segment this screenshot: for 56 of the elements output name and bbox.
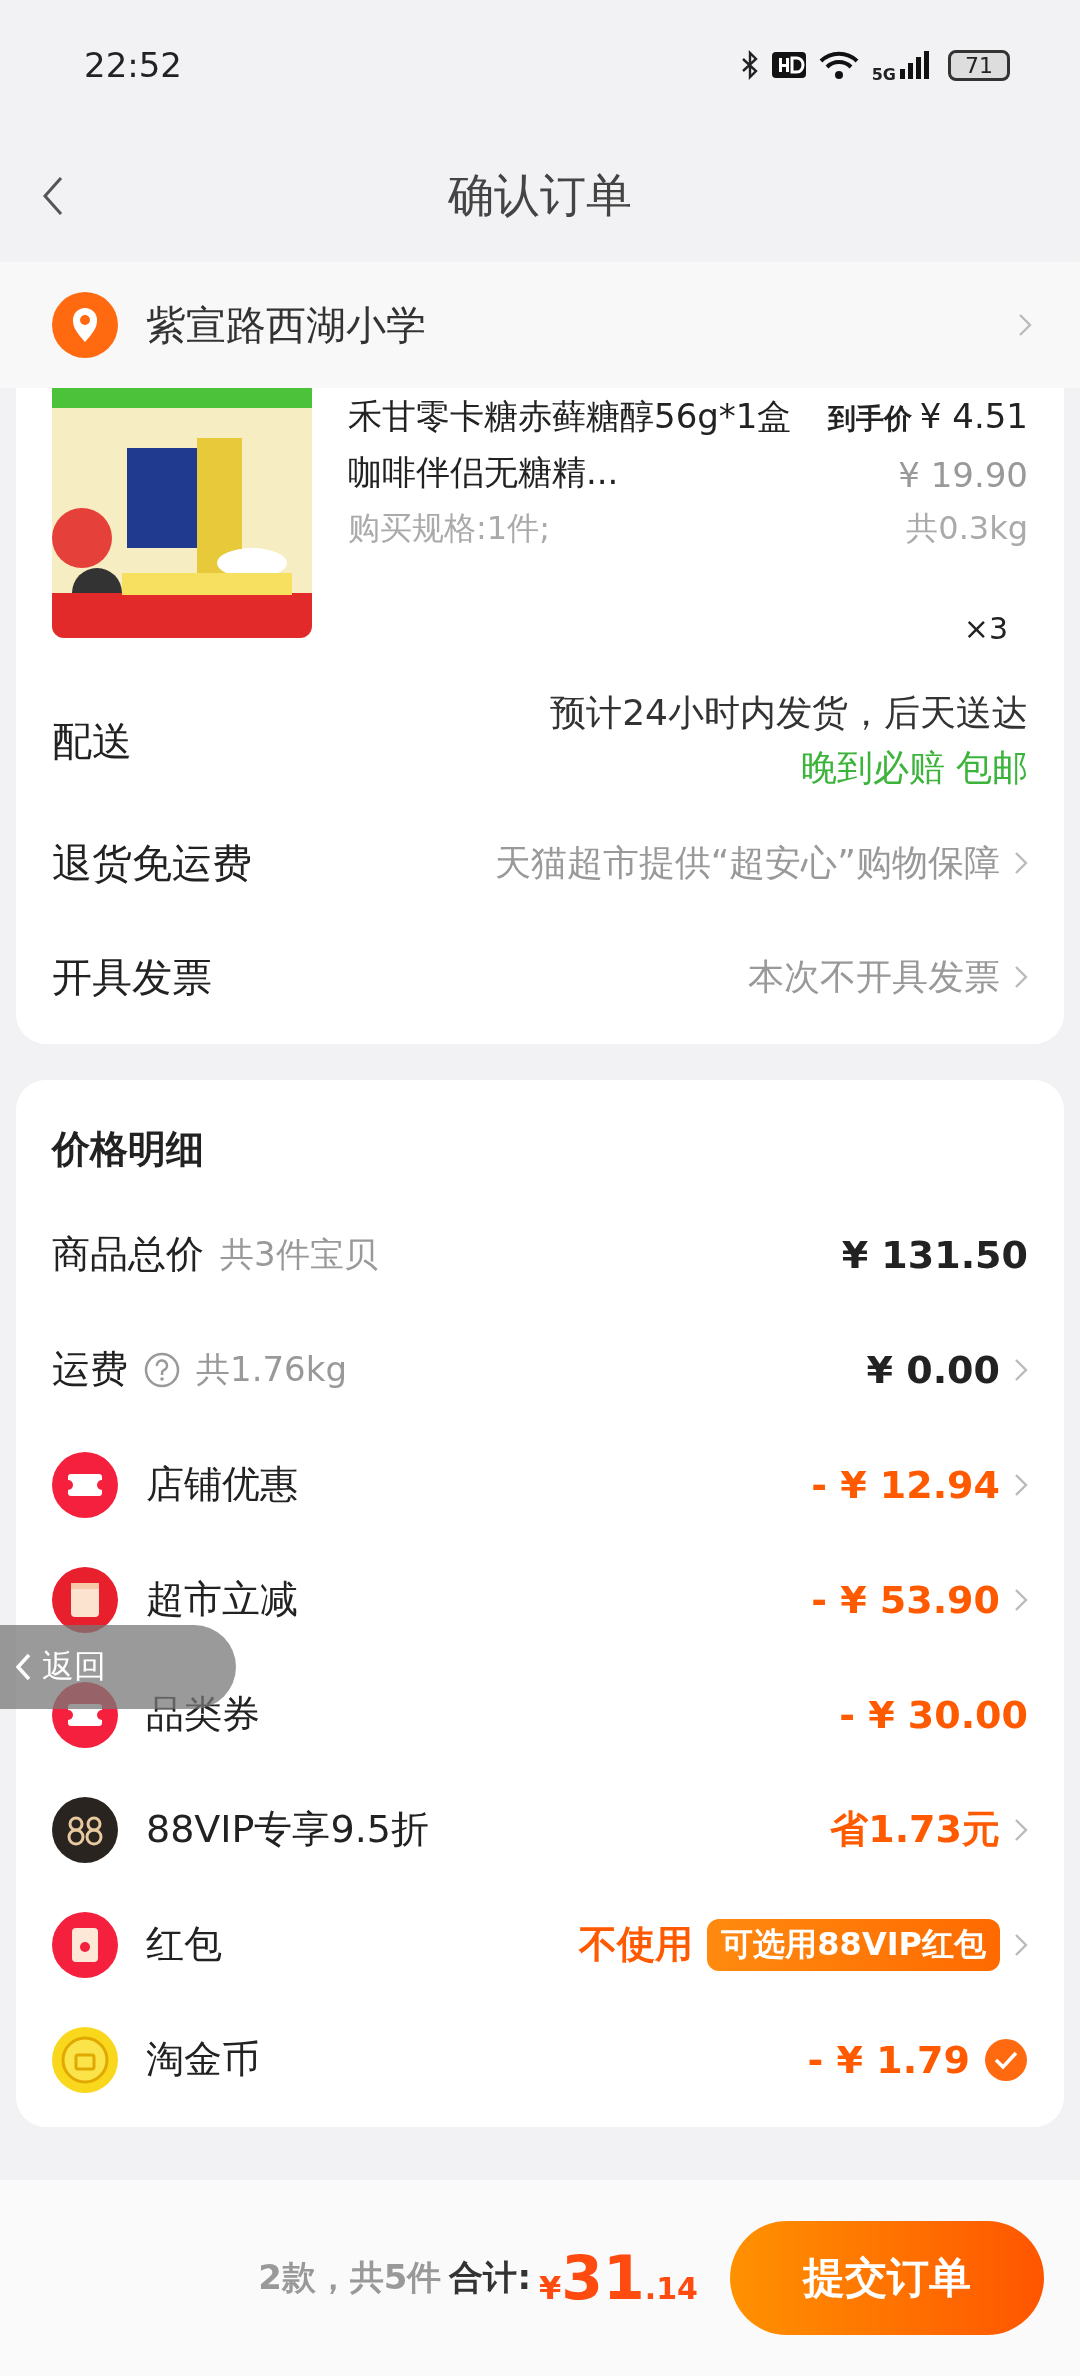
- submit-order-button[interactable]: 提交订单: [730, 2221, 1044, 2335]
- network-type: 5G: [871, 64, 896, 84]
- envelope-icon: [52, 1911, 118, 1978]
- price-label: 88VIP专享9.5折: [146, 1806, 429, 1853]
- status-time: 22:52: [84, 45, 182, 85]
- price-label: 淘金币: [146, 2036, 260, 2083]
- row-label: 开具发票: [52, 952, 212, 1002]
- quantity: ×3: [963, 611, 1008, 646]
- chevron-left-icon: [14, 1652, 32, 1682]
- total-amount: ¥31.14: [539, 2243, 698, 2313]
- row-value: 预计24小时内发货，后天送达: [550, 691, 1028, 735]
- section-title: 价格明细: [52, 1126, 205, 1173]
- signal-icon: [900, 51, 930, 79]
- hd-icon: [771, 52, 806, 78]
- coin-icon: [52, 2026, 118, 2093]
- row-label: 退货免运费: [52, 838, 252, 888]
- price-note: 共1.76kg: [196, 1347, 347, 1391]
- wifi-icon: [817, 50, 860, 80]
- price-value: - ¥ 1.79: [807, 2037, 970, 2082]
- total-label: 合计:: [449, 2256, 532, 2299]
- price-label: 店铺优惠: [146, 1461, 298, 1508]
- product-title[interactable]: 禾甘零卡糖赤藓糖醇56g*1盒咖啡伴侣无糖精...: [348, 388, 798, 503]
- row-label: 配送: [52, 716, 132, 766]
- price-label: 红包: [146, 1921, 222, 1968]
- item-count: 2款，共5件: [258, 2256, 442, 2299]
- price-value: ¥ 131.50: [841, 1232, 1028, 1277]
- price-label: 运费: [52, 1346, 128, 1393]
- address-row[interactable]: 紫宣路西湖小学: [0, 262, 1080, 388]
- product-spec: 购买规格:1件;: [348, 508, 550, 549]
- price-value: ¥ 0.00: [866, 1347, 1000, 1392]
- address-text: 紫宣路西湖小学: [146, 300, 427, 350]
- price-value: - ¥ 53.90: [811, 1577, 1000, 1622]
- price-value: 不使用: [579, 1921, 694, 1968]
- price-label: 超市立减: [146, 1576, 298, 1623]
- infinity-badge-icon: [52, 1796, 118, 1863]
- coupon-tag[interactable]: 可选用88VIP红包: [707, 1918, 1000, 1971]
- original-price: ¥ 19.90: [898, 454, 1028, 497]
- help-icon[interactable]: [144, 1351, 180, 1388]
- delivery-note: 晚到必赔 包邮: [800, 746, 1028, 790]
- price-value: 省1.73元: [830, 1806, 1000, 1853]
- row-value[interactable]: 本次不开具发票: [748, 952, 1000, 1002]
- location-pin-icon: [52, 292, 118, 358]
- final-price-label: 到手价: [827, 401, 912, 437]
- page-title: 确认订单: [448, 167, 632, 224]
- price-value: - ¥ 30.00: [839, 1692, 1028, 1737]
- chevron-right-icon: [1018, 313, 1032, 337]
- battery-level: 71: [948, 49, 1010, 81]
- final-price: ¥ 4.51: [919, 395, 1028, 438]
- checked-icon[interactable]: [984, 2037, 1028, 2082]
- price-label: 商品总价: [52, 1231, 204, 1278]
- ticket-icon: [52, 1451, 118, 1518]
- product-weight: 共0.3kg: [906, 508, 1028, 549]
- price-note: 共3件宝贝: [220, 1232, 378, 1276]
- row-value[interactable]: 天猫超市提供“超安心”购物保障: [494, 838, 1000, 888]
- back-icon[interactable]: [42, 176, 64, 216]
- price-value: - ¥ 12.94: [811, 1462, 1000, 1507]
